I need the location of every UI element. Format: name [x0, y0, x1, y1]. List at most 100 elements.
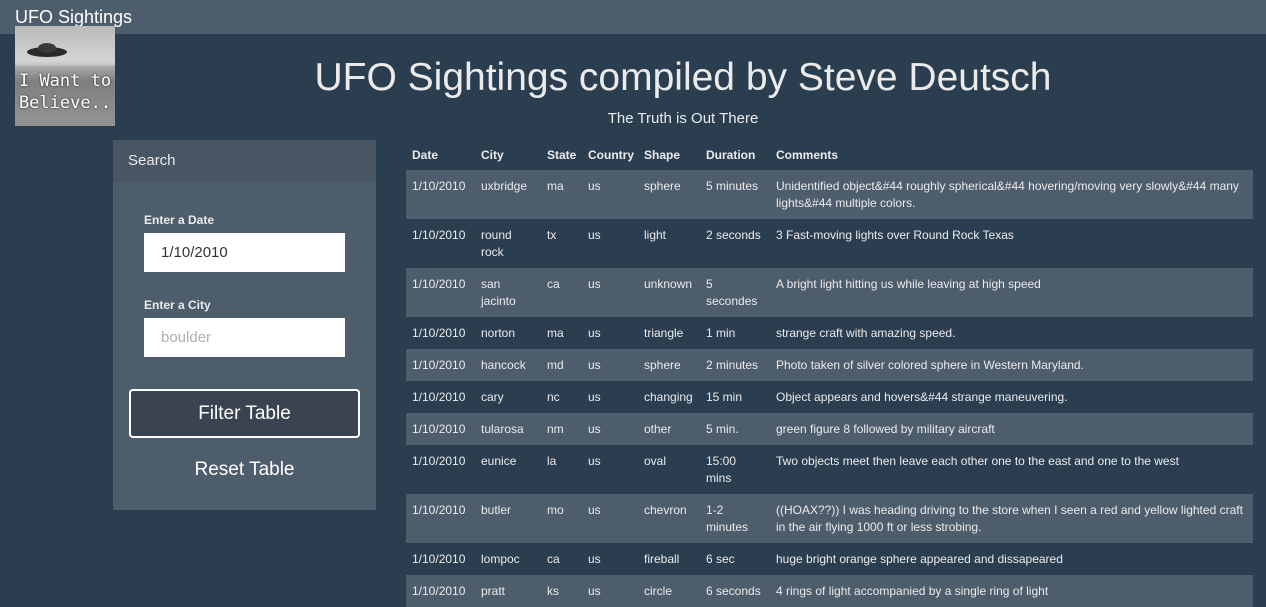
table-row: 1/10/2010 butler mo us chevron 1-2 minutes ((H…: [406, 494, 1253, 543]
cell-duration: 15:00 mins: [706, 454, 737, 485]
cell-country: us: [588, 552, 601, 566]
navbar: UFO Sightings: [0, 0, 1266, 34]
cell-city: san jacinto: [481, 277, 516, 308]
cell-duration: 6 seconds: [706, 584, 761, 598]
table-row: 1/10/2010 round rock tx us light 2 seconds 3 F…: [406, 219, 1253, 268]
cell-state: mo: [547, 503, 564, 517]
table-header: Date City State Country Shape Duration Comment…: [406, 140, 1253, 170]
table-row: 1/10/2010 eunice la us oval 15:00 mins Two obj…: [406, 445, 1253, 494]
search-heading: Search: [128, 152, 176, 169]
cell-date: 1/10/2010: [412, 503, 466, 517]
cell-city: cary: [481, 390, 504, 404]
cell-city: butler: [481, 503, 512, 517]
cell-country: us: [588, 390, 601, 404]
cell-duration: 2 seconds: [706, 228, 761, 242]
cell-state: ma: [547, 326, 564, 340]
cell-duration: 5 minutes: [706, 179, 759, 193]
cell-city: lompoc: [481, 552, 520, 566]
cell-city: hancock: [481, 358, 526, 372]
cell-city: norton: [481, 326, 516, 340]
cell-country: us: [588, 277, 601, 291]
cell-duration: 1 min: [706, 326, 736, 340]
table-row: 1/10/2010 hancock md us sphere 2 minutes Photo…: [406, 349, 1253, 381]
column-header-shape: Shape: [644, 148, 681, 162]
search-panel: Search Enter a Date Enter a City Filter …: [113, 140, 376, 510]
cell-shape: unknown: [644, 277, 693, 291]
reset-table-button[interactable]: Reset Table: [129, 448, 360, 492]
column-header-state: State: [547, 148, 577, 162]
cell-state: ca: [547, 277, 560, 291]
cell-duration: 6 sec: [706, 552, 735, 566]
cell-comments: Two objects meet then leave each other o…: [776, 454, 1179, 468]
cell-duration: 5 min.: [706, 422, 739, 436]
city-label: Enter a City: [144, 298, 211, 312]
table-row: 1/10/2010 san jacinto ca us unknown 5 seconde…: [406, 268, 1253, 317]
cell-country: us: [588, 179, 601, 193]
search-panel-heading: Search: [113, 140, 376, 182]
cell-state: ks: [547, 584, 559, 598]
cell-state: ca: [547, 552, 560, 566]
cell-date: 1/10/2010: [412, 179, 466, 193]
date-label: Enter a Date: [144, 213, 215, 227]
cell-city: round rock: [481, 228, 512, 259]
cell-country: us: [588, 454, 601, 468]
cell-shape: other: [644, 422, 672, 436]
cell-shape: light: [644, 228, 667, 242]
date-input[interactable]: [144, 233, 345, 272]
ufo-table: Date City State Country Shape Duration Comment…: [406, 140, 1253, 607]
cell-state: nc: [547, 390, 560, 404]
cell-state: md: [547, 358, 564, 372]
cell-comments: A bright light hitting us while leaving …: [776, 277, 1041, 291]
cell-date: 1/10/2010: [412, 277, 466, 291]
cell-date: 1/10/2010: [412, 228, 466, 242]
page-title: UFO Sightings compiled by Steve Deutsch: [314, 56, 1052, 99]
table-row: 1/10/2010 lompoc ca us fireball 6 sec huge bri…: [406, 543, 1253, 575]
cell-date: 1/10/2010: [412, 390, 466, 404]
column-header-comments: Comments: [776, 148, 839, 162]
cell-date: 1/10/2010: [412, 422, 466, 436]
cell-shape: oval: [644, 454, 667, 468]
column-header-date: Date: [412, 148, 439, 162]
cell-duration: 1-2 minutes: [706, 503, 749, 534]
cell-city: eunice: [481, 454, 517, 468]
table-row: 1/10/2010 norton ma us triangle 1 min strange …: [406, 317, 1253, 349]
column-header-duration: Duration: [706, 148, 756, 162]
column-header-city: City: [481, 148, 504, 162]
navbar-brand[interactable]: UFO Sightings: [15, 6, 132, 28]
cell-duration: 15 min: [706, 390, 743, 404]
cell-country: us: [588, 584, 601, 598]
table-row: 1/10/2010 tularosa nm us other 5 min. green fi…: [406, 413, 1253, 445]
cell-state: ma: [547, 179, 564, 193]
cell-comments: 4 rings of light accompanied by a single…: [776, 584, 1049, 598]
cell-date: 1/10/2010: [412, 358, 466, 372]
table-row: 1/10/2010 cary nc us changing 15 min Object ap…: [406, 381, 1253, 413]
filter-table-button[interactable]: Filter Table: [129, 389, 360, 438]
column-header-country: Country: [588, 148, 634, 162]
cell-shape: sphere: [644, 358, 681, 372]
cell-state: la: [547, 454, 557, 468]
cell-date: 1/10/2010: [412, 454, 466, 468]
cell-country: us: [588, 358, 601, 372]
cell-date: 1/10/2010: [412, 584, 466, 598]
cell-city: tularosa: [481, 422, 524, 436]
cell-comments: Unidentified object&#44 roughly spherica…: [776, 179, 1239, 210]
cell-duration: 5 secondes: [706, 277, 758, 308]
cell-comments: Photo taken of silver colored sphere in …: [776, 358, 1084, 372]
table-row: 1/10/2010 pratt ks us circle 6 seconds 4 rings…: [406, 575, 1253, 607]
cell-city: pratt: [481, 584, 506, 598]
city-input[interactable]: [144, 318, 345, 357]
cell-comments: huge bright orange sphere appeared and d…: [776, 552, 1063, 566]
cell-state: tx: [547, 228, 557, 242]
cell-comments: ((HOAX??)) I was heading driving to the …: [776, 503, 1243, 534]
cell-state: nm: [547, 422, 564, 436]
table-body: 1/10/2010 uxbridge ma us sphere 5 minutes Unid…: [406, 170, 1253, 607]
cell-shape: chevron: [644, 503, 687, 517]
table-row: 1/10/2010 uxbridge ma us sphere 5 minutes Unid…: [406, 170, 1253, 219]
cell-shape: changing: [644, 390, 693, 404]
cell-duration: 2 minutes: [706, 358, 759, 372]
cell-country: us: [588, 503, 601, 517]
cell-comments: strange craft with amazing speed.: [776, 326, 956, 340]
cell-country: us: [588, 422, 601, 436]
cell-comments: Object appears and hovers&#44 strange ma…: [776, 390, 1068, 404]
cell-city: uxbridge: [481, 179, 528, 193]
